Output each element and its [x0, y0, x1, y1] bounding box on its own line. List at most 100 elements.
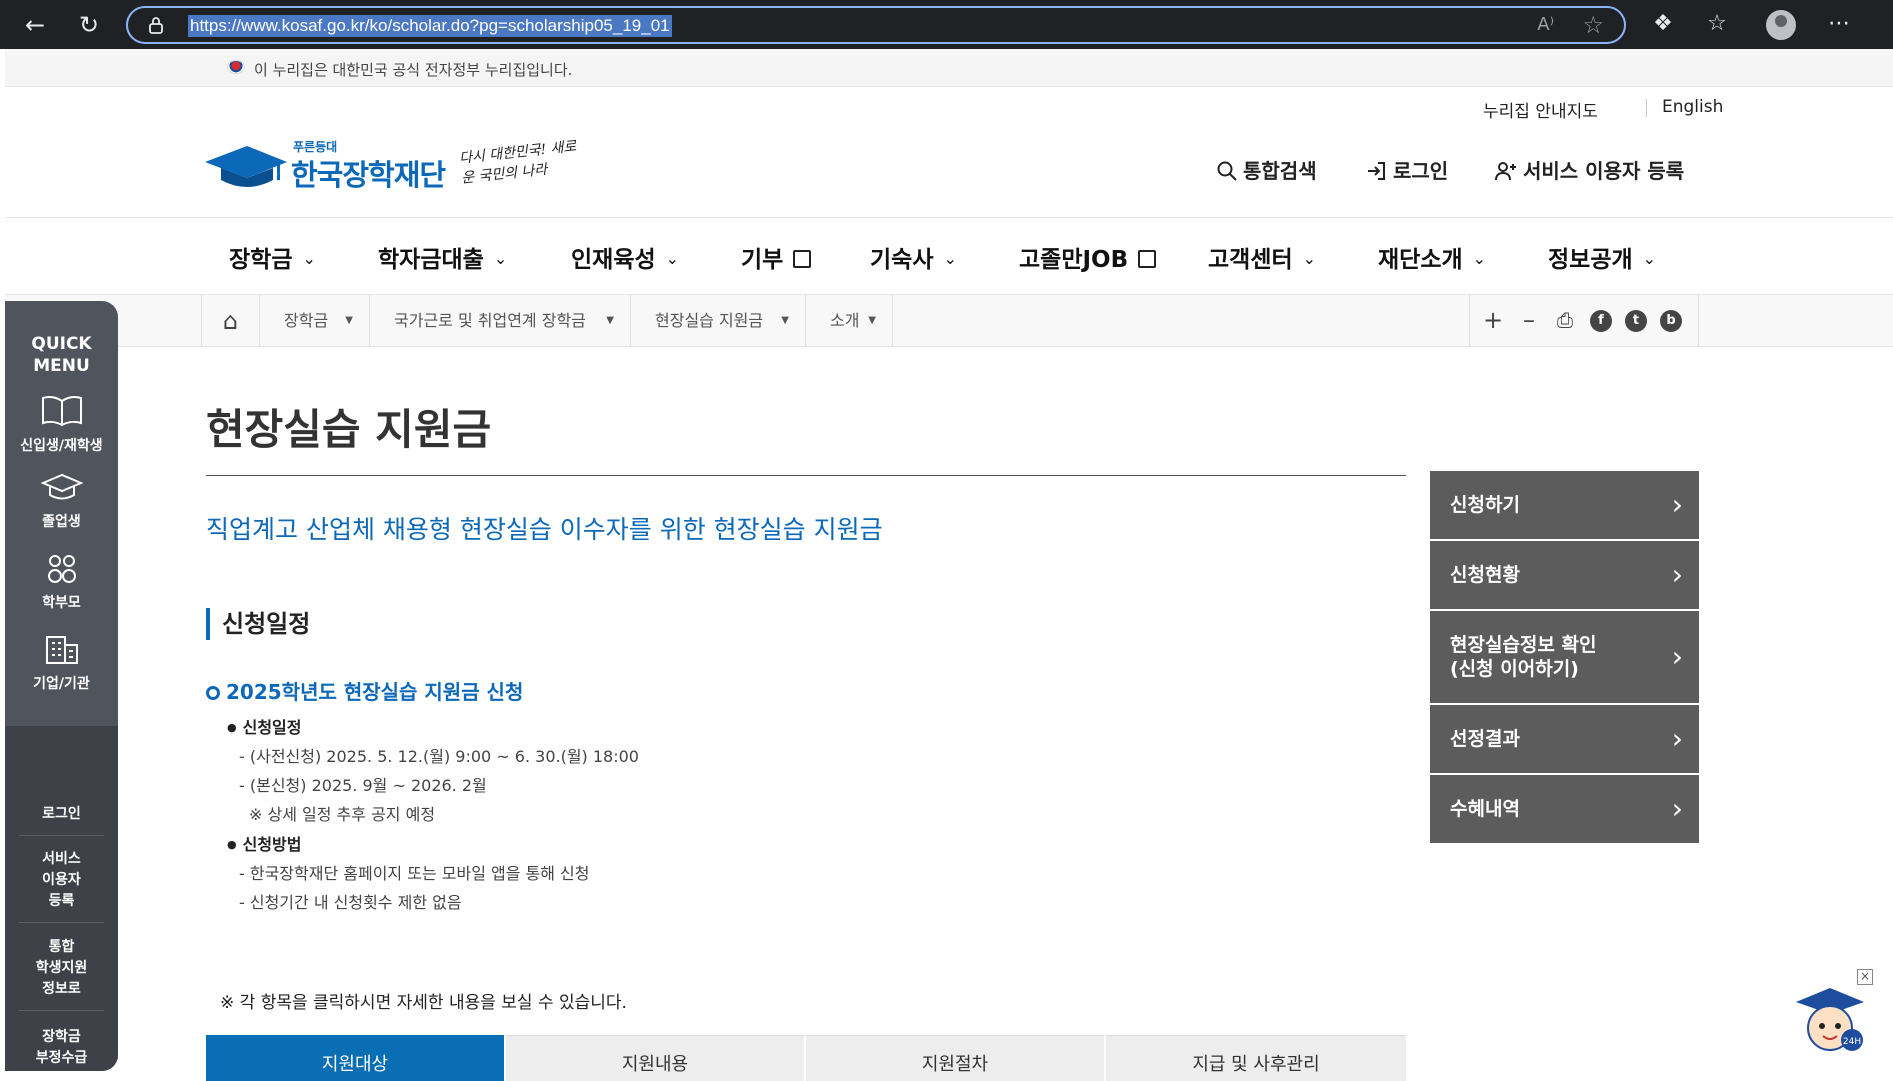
- gnb-disclosure[interactable]: 정보공개 ⌄: [1548, 240, 1656, 274]
- section-title: 신청일정: [206, 608, 310, 640]
- quick-menu-title-line1: QUICK: [31, 334, 92, 354]
- gnb-disclosure-label: 정보공개: [1548, 247, 1633, 273]
- practice-info-button[interactable]: 현장실습정보 확인 (신청 이어하기) ›: [1430, 611, 1699, 703]
- breadcrumb-label: 소개: [830, 311, 860, 330]
- schedule-heading: 2025학년도 현장실습 지원금 신청: [206, 676, 523, 705]
- extensions-icon[interactable]: ❖: [1646, 8, 1680, 40]
- apply-button[interactable]: 신청하기 ›: [1430, 471, 1699, 539]
- gnb-donation-label: 기부: [741, 247, 784, 273]
- title-divider: [206, 475, 1406, 476]
- external-link-icon: [793, 250, 812, 268]
- tab-payment[interactable]: 지급 및 사후관리: [1106, 1035, 1406, 1081]
- quick-item-student[interactable]: 신입생/재학생: [5, 395, 118, 455]
- back-icon[interactable]: ←: [18, 8, 52, 42]
- breadcrumb-item[interactable]: 소개 ▼: [805, 295, 893, 347]
- gnb-highschool-job[interactable]: 고졸만JOB: [1019, 240, 1157, 274]
- address-bar[interactable]: https://www.kosaf.go.kr/ko/scholar.do?pg…: [126, 6, 1626, 44]
- integrated-search-link[interactable]: 통합검색: [1217, 155, 1317, 184]
- register-label: 서비스 이용자 등록: [1523, 159, 1685, 183]
- gnb-scholarship[interactable]: 장학금 ⌄: [229, 240, 316, 274]
- result-button[interactable]: 선정결과 ›: [1430, 705, 1699, 773]
- apply-button-label: 신청하기: [1450, 494, 1520, 516]
- quick-link-student-info[interactable]: 통합 학생지원 정보로: [19, 937, 104, 1011]
- login-link[interactable]: 로그인: [1367, 155, 1448, 184]
- favorites-icon[interactable]: ☆: [1700, 8, 1734, 40]
- guide-map-link[interactable]: 누리집 안내지도: [1483, 97, 1598, 122]
- content-tabs: 지원대상 지원내용 지원절차 지급 및 사후관리: [206, 1035, 1406, 1081]
- browser-toolbar: ← ↻ https://www.kosaf.go.kr/ko/scholar.d…: [0, 0, 1893, 49]
- gnb-talent[interactable]: 인재육성 ⌄: [571, 240, 679, 274]
- gnb-donation[interactable]: 기부: [741, 240, 812, 274]
- history-button[interactable]: 수혜내역 ›: [1430, 775, 1699, 843]
- quick-item-label: 졸업생: [42, 514, 81, 530]
- quick-item-company[interactable]: 기업/기관: [5, 635, 118, 693]
- quick-link-fraud-report[interactable]: 장학금 부정수급 신고: [19, 1027, 104, 1071]
- practice-info-label: (신청 이어하기): [1450, 658, 1579, 680]
- plus-icon[interactable]: +: [1482, 308, 1504, 332]
- graduation-cap-icon: [40, 473, 83, 500]
- gnb-loan[interactable]: 학자금대출 ⌄: [378, 240, 507, 274]
- url-text[interactable]: https://www.kosaf.go.kr/ko/scholar.do?pg…: [188, 15, 672, 37]
- chevron-down-icon: ⌄: [1642, 249, 1657, 268]
- tab-eligibility[interactable]: 지원대상: [206, 1035, 504, 1081]
- chevron-down-icon: ⌄: [302, 249, 316, 268]
- register-link[interactable]: 서비스 이용자 등록: [1495, 155, 1684, 184]
- chevron-down-icon: ⌄: [493, 249, 508, 268]
- quick-link-label: 등록: [48, 893, 75, 909]
- quick-link-register[interactable]: 서비스 이용자 등록: [19, 849, 104, 923]
- chevron-down-icon: ⌄: [943, 249, 957, 268]
- breadcrumb-item[interactable]: 국가근로 및 취업연계 장학금 ▼: [369, 295, 630, 347]
- quick-menu-title-line2: MENU: [33, 356, 90, 376]
- gnb-dormitory[interactable]: 기숙사 ⌄: [870, 240, 957, 274]
- breadcrumb-item[interactable]: 현장실습 지원금 ▼: [630, 295, 805, 347]
- blog-icon[interactable]: b: [1660, 310, 1682, 332]
- star-icon[interactable]: ☆: [1582, 11, 1604, 39]
- quick-link-login[interactable]: 로그인: [19, 804, 104, 836]
- quick-item-parent[interactable]: 학부모: [5, 554, 118, 612]
- gnb-loan-label: 학자금대출: [378, 247, 484, 273]
- graduation-cap-logo-icon: [205, 146, 287, 187]
- family-icon: [47, 555, 76, 583]
- schedule-heading-label: 2025학년도 현장실습 지원금 신청: [226, 680, 524, 704]
- chatbot-icon[interactable]: 24H: [1790, 980, 1870, 1060]
- breadcrumb-label: 장학금: [284, 311, 329, 330]
- breadcrumb-item[interactable]: 장학금 ▼: [259, 295, 369, 347]
- quick-item-label: 학부모: [42, 595, 81, 611]
- gnb-scholarship-label: 장학금: [229, 247, 293, 273]
- breadcrumb-label: 현장실습 지원금: [655, 311, 764, 330]
- english-link[interactable]: English: [1646, 97, 1723, 117]
- quick-link-label: 신고: [19, 1069, 104, 1071]
- gnb-talent-label: 인재육성: [571, 247, 656, 273]
- status-button[interactable]: 신청현황 ›: [1430, 541, 1699, 609]
- quick-menu-title: QUICK MENU: [5, 333, 118, 377]
- search-icon: [1217, 159, 1237, 183]
- breadcrumb: ⌂ 장학금 ▼ 국가근로 및 취업연계 장학금 ▼ 현장실습 지원금 ▼ 소개 ▼ + …: [5, 295, 1893, 347]
- read-aloud-icon[interactable]: A⁾: [1537, 14, 1554, 35]
- caret-down-icon: ▼: [345, 315, 353, 326]
- gnb-customer-center[interactable]: 고객센터 ⌄: [1208, 240, 1316, 274]
- site-logo[interactable]: 푸른등대 한국장학재단 다시 대한민국! 새로운 국민의 나라: [205, 134, 585, 194]
- home-icon[interactable]: ⌂: [201, 295, 259, 347]
- login-icon: [1367, 159, 1387, 183]
- print-icon[interactable]: ⎙: [1554, 310, 1576, 332]
- tab-procedure[interactable]: 지원절차: [806, 1035, 1104, 1081]
- tab-support-content[interactable]: 지원내용: [506, 1035, 804, 1081]
- gnb-dormitory-label: 기숙사: [870, 247, 934, 273]
- twitter-icon[interactable]: t: [1625, 310, 1647, 332]
- schedule-line: - (본신청) 2025. 9월 ~ 2026. 2월: [239, 776, 487, 795]
- click-info-note: ※ 각 항목을 클릭하시면 자세한 내용을 보실 수 있습니다.: [220, 993, 627, 1013]
- facebook-icon[interactable]: f: [1590, 310, 1612, 332]
- result-button-label: 선정결과: [1450, 728, 1520, 750]
- bullet-schedule: 신청일정: [227, 714, 302, 738]
- profile-icon[interactable]: [1766, 10, 1796, 40]
- method-line: - 한국장학재단 홈페이지 또는 모바일 앱을 통해 신청: [239, 864, 590, 883]
- more-icon[interactable]: ⋯: [1822, 8, 1856, 40]
- chevron-right-icon: ›: [1671, 488, 1683, 521]
- gnb-foundation-label: 재단소개: [1378, 247, 1463, 273]
- reload-icon[interactable]: ↻: [72, 8, 106, 42]
- gnb-foundation[interactable]: 재단소개 ⌄: [1378, 240, 1486, 274]
- quick-item-graduate[interactable]: 졸업생: [5, 473, 118, 531]
- minus-icon[interactable]: –: [1518, 308, 1540, 332]
- page-tools: + – ⎙ f t b: [1469, 295, 1699, 347]
- lock-icon[interactable]: [148, 16, 164, 34]
